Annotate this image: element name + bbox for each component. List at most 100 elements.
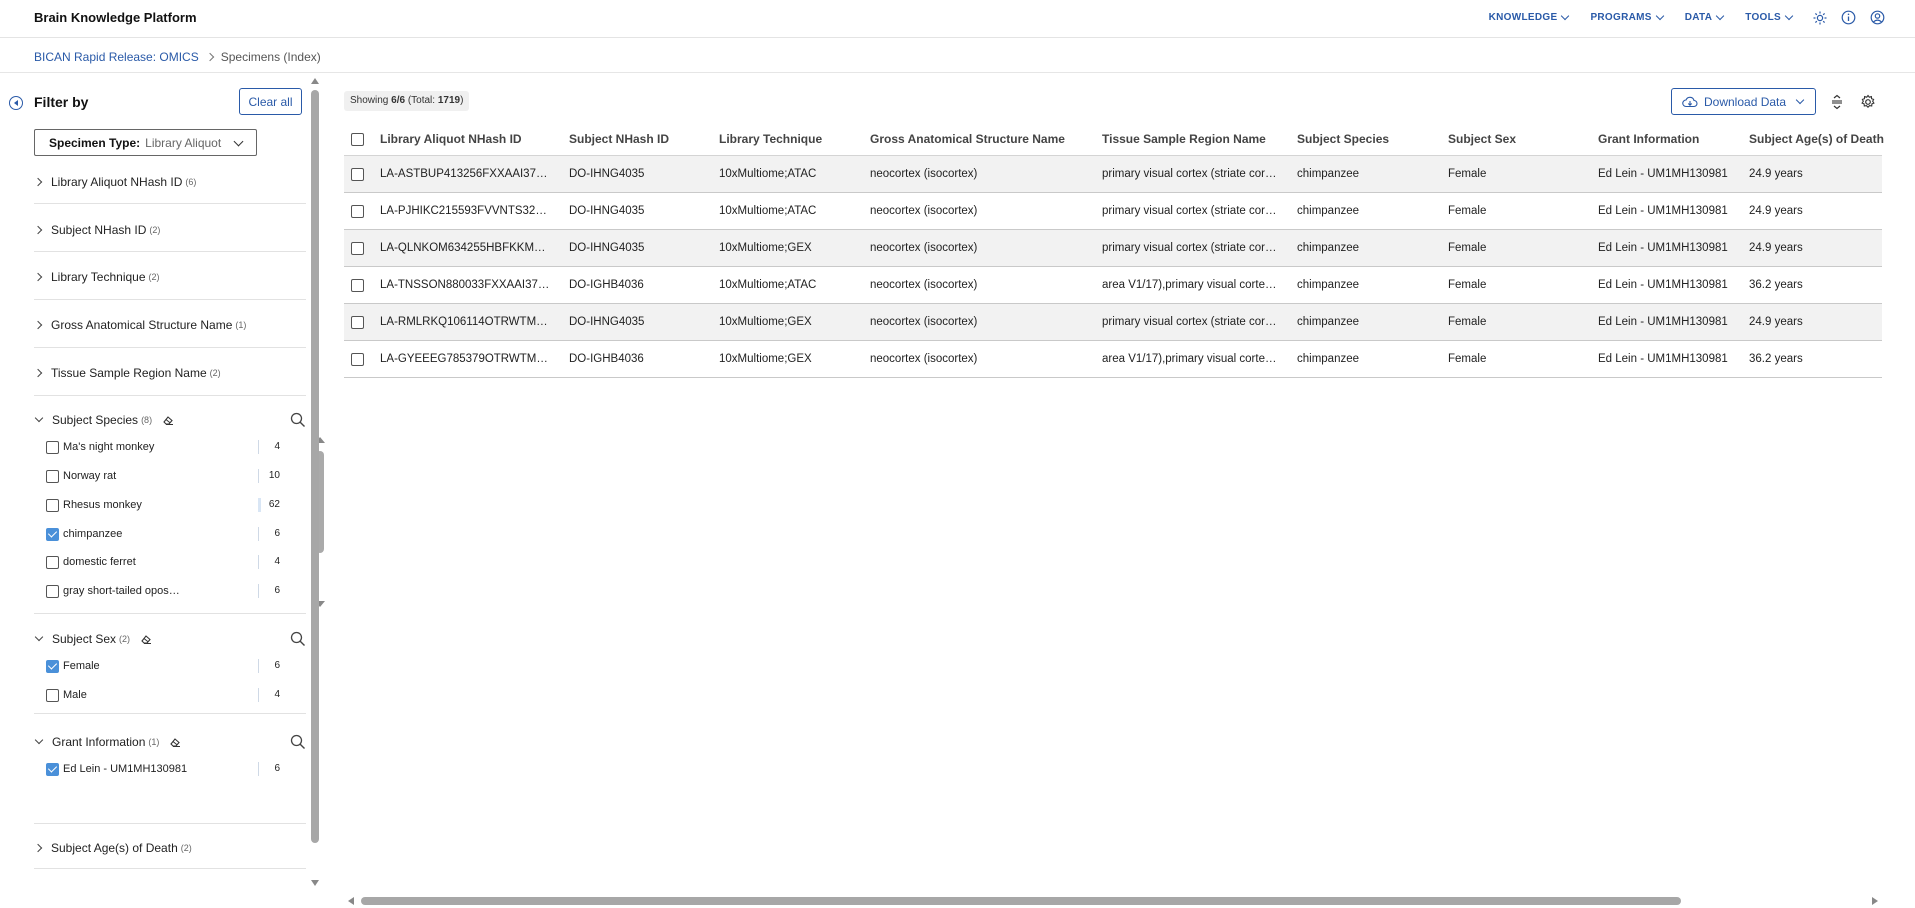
sun-icon[interactable] [1812, 10, 1827, 25]
grant-option[interactable]: Ed Lein - UM1MH130981 6 [46, 760, 280, 778]
table-row[interactable]: LA-ASTBUP413256FXXAAI37… DO-IHNG4035 10xMu… [344, 156, 1882, 193]
checkbox[interactable] [46, 584, 59, 598]
species-option[interactable]: Norway rat 10 [46, 467, 280, 485]
row-checkbox[interactable] [351, 316, 364, 329]
facet-header[interactable]: Library Aliquot NHash ID (6) [33, 172, 306, 192]
column-header[interactable]: Library Aliquot NHash ID [380, 132, 522, 146]
table-row[interactable]: LA-QLNKOM634255HBFKKM… DO-IHNG4035 10xMult… [344, 230, 1882, 267]
breadcrumb-parent[interactable]: BICAN Rapid Release: OMICS [34, 50, 199, 64]
species-option[interactable]: Rhesus monkey 62 [46, 496, 280, 514]
table-row[interactable]: LA-TNSSON880033FXXAAI37… DO-IGHB4036 10xMu… [344, 267, 1882, 304]
row-checkbox[interactable] [351, 353, 364, 366]
facet-subject-age[interactable]: Subject Age(s) of Death (2) [33, 838, 306, 869]
facet-header[interactable]: Subject Species (8) [34, 410, 306, 430]
facet-subject-species: Subject Species (8) Ma's night monkey 4 No… [34, 410, 325, 614]
facet-header[interactable]: Library Technique (2) [33, 267, 306, 287]
nav-tools[interactable]: TOOLS [1745, 11, 1794, 23]
row-checkbox[interactable] [351, 168, 364, 181]
column-header[interactable]: Subject NHash ID [569, 132, 669, 146]
specimen-type-select[interactable]: Specimen Type: Library Aliquot [34, 129, 257, 156]
chevron-down-icon [1795, 95, 1805, 105]
table-row[interactable]: LA-GYEEEG785379OTRWTM… DO-IGHB4036 10xMult… [344, 341, 1882, 378]
info-icon[interactable] [1841, 10, 1856, 25]
table-cell: 10xMultiome;ATAC [719, 168, 817, 180]
table-cell: DO-IHNG4035 [569, 205, 645, 217]
facet-header[interactable]: Subject NHash ID (2) [33, 220, 306, 240]
breadcrumb-current: Specimens (Index) [220, 50, 321, 64]
scroll-left-icon[interactable] [348, 897, 354, 905]
option-label: Ma's night monkey [63, 441, 155, 453]
collapse-sidebar-icon[interactable] [9, 96, 23, 110]
facet-library-aliquot-id[interactable]: Library Aliquot NHash ID (6) [33, 172, 306, 204]
nav-programs[interactable]: PROGRAMS [1590, 11, 1664, 23]
checkbox-checked[interactable] [46, 527, 59, 541]
sidebar-scrollbar[interactable] [310, 74, 320, 892]
facet-header[interactable]: Gross Anatomical Structure Name (1) [33, 315, 306, 335]
table-cell: area V1/17),primary visual corte… [1102, 279, 1277, 291]
option-label: gray short-tailed opos… [63, 585, 180, 597]
column-header[interactable]: Library Technique [719, 132, 822, 146]
download-data-button[interactable]: Download Data [1671, 88, 1816, 115]
row-checkbox[interactable] [351, 205, 364, 218]
showing-value: 6/6 [391, 95, 406, 106]
facet-header[interactable]: Subject Age(s) of Death (2) [33, 838, 306, 858]
chevron-right-icon [205, 52, 214, 62]
user-icon[interactable] [1870, 10, 1885, 25]
nav-knowledge[interactable]: KNOWLEDGE [1489, 11, 1570, 23]
row-checkbox[interactable] [351, 279, 364, 292]
showing-prefix: Showing [350, 95, 392, 106]
table-cell: chimpanzee [1297, 279, 1360, 291]
eraser-icon[interactable] [169, 736, 181, 748]
species-option[interactable]: domestic ferret 4 [46, 553, 280, 571]
column-header[interactable]: Subject Species [1297, 132, 1389, 146]
brand-title[interactable]: Brain Knowledge Platform [34, 10, 197, 25]
column-header[interactable]: Subject Sex [1448, 132, 1516, 146]
eraser-icon[interactable] [140, 633, 152, 645]
row-density-icon[interactable] [1829, 94, 1845, 110]
facet-library-technique[interactable]: Library Technique (2) [33, 267, 306, 300]
facet-header[interactable]: Tissue Sample Region Name (2) [33, 363, 306, 383]
facet-grant-information: Grant Information (1) Ed Lein - UM1MH1309… [34, 732, 306, 824]
gear-icon[interactable] [1860, 94, 1876, 110]
column-header[interactable]: Tissue Sample Region Name [1102, 132, 1266, 146]
scroll-up-icon[interactable] [311, 78, 319, 84]
showing-suffix: ) [460, 95, 464, 106]
clear-all-button[interactable]: Clear all [239, 88, 302, 115]
nav-data[interactable]: DATA [1685, 11, 1725, 23]
table-row[interactable]: LA-RMLRKQ106114OTRWTM… DO-IHNG4035 10xMult… [344, 304, 1882, 341]
species-option[interactable]: gray short-tailed opos… 6 [46, 582, 280, 600]
table-cell: Ed Lein - UM1MH130981 [1598, 279, 1728, 291]
option-label: Male [63, 689, 87, 701]
scroll-right-icon[interactable] [1872, 897, 1878, 905]
checkbox[interactable] [46, 555, 59, 569]
facet-gross-anatomical-structure[interactable]: Gross Anatomical Structure Name (1) [33, 315, 306, 348]
checkbox[interactable] [46, 440, 59, 454]
scroll-thumb[interactable] [311, 90, 319, 843]
facet-header[interactable]: Grant Information (1) [34, 732, 306, 752]
facet-tissue-sample-region[interactable]: Tissue Sample Region Name (2) [33, 363, 306, 396]
horizontal-scrollbar[interactable] [344, 896, 1882, 906]
select-all-checkbox[interactable] [351, 133, 364, 146]
checkbox[interactable] [46, 688, 59, 702]
column-header[interactable]: Gross Anatomical Structure Name [870, 132, 1065, 146]
row-checkbox[interactable] [351, 242, 364, 255]
checkbox[interactable] [46, 469, 59, 483]
eraser-icon[interactable] [162, 414, 174, 426]
table-row[interactable]: LA-PJHIKC215593FVVNTS32… DO-IHNG4035 10xMu… [344, 193, 1882, 230]
species-option[interactable]: chimpanzee 6 [46, 525, 280, 543]
column-header[interactable]: Subject Age(s) of Death [1749, 132, 1884, 146]
facet-header[interactable]: Subject Sex (2) [34, 629, 306, 649]
species-option[interactable]: Ma's night monkey 4 [46, 438, 280, 456]
search-icon[interactable] [290, 412, 306, 428]
scroll-down-icon[interactable] [311, 880, 319, 886]
facet-subject-nhash-id[interactable]: Subject NHash ID (2) [33, 220, 306, 252]
search-icon[interactable] [290, 734, 306, 750]
search-icon[interactable] [290, 631, 306, 647]
checkbox-checked[interactable] [46, 762, 59, 776]
scroll-thumb[interactable] [361, 897, 1681, 905]
checkbox[interactable] [46, 498, 59, 512]
column-header[interactable]: Grant Information [1598, 132, 1699, 146]
sex-option[interactable]: Female 6 [46, 657, 280, 675]
sex-option[interactable]: Male 4 [46, 686, 280, 704]
checkbox-checked[interactable] [46, 659, 59, 673]
